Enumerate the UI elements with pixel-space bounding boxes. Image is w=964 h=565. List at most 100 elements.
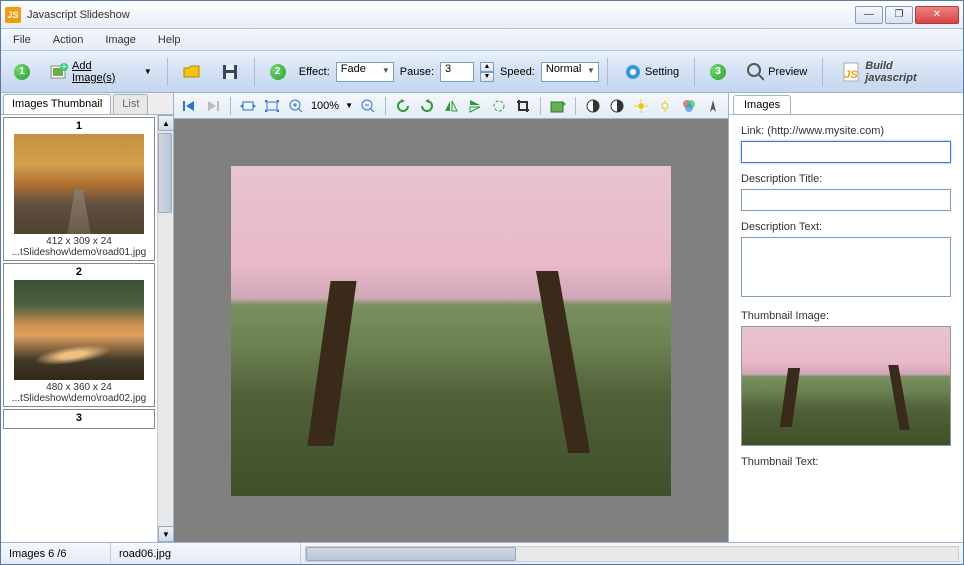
hscroll-thumb[interactable]	[306, 547, 516, 561]
statusbar: Images 6 /6 road06.jpg	[1, 542, 963, 564]
thumbnail-item[interactable]: 1 412 x 309 x 24 ...tSlideshow\demo\road…	[3, 117, 155, 261]
folder-open-icon	[183, 63, 201, 81]
open-button[interactable]	[176, 58, 208, 86]
refresh-icon[interactable]	[490, 97, 508, 115]
export-icon[interactable]	[549, 97, 567, 115]
description-title-input[interactable]	[741, 189, 951, 211]
horizontal-scrollbar[interactable]	[305, 546, 959, 562]
thumbnail-number: 3	[4, 412, 154, 424]
tab-images-thumbnail[interactable]: Images Thumbnail	[3, 94, 111, 114]
pause-input[interactable]: 3	[440, 62, 474, 82]
dropdown-arrow-icon: ▼	[144, 67, 152, 76]
zoom-in-icon[interactable]	[287, 97, 305, 115]
tab-images-properties[interactable]: Images	[733, 95, 791, 114]
left-scrollbar[interactable]: ▲ ▼	[157, 115, 173, 542]
link-label: Link: (http://www.mysite.com)	[741, 125, 951, 137]
thumbnail-preview[interactable]	[741, 326, 951, 446]
step-2-button[interactable]: 2	[263, 58, 293, 86]
maximize-button[interactable]: ❐	[885, 6, 913, 24]
scroll-down-button[interactable]: ▼	[158, 526, 173, 542]
menu-file[interactable]: File	[9, 32, 35, 48]
center-panel: 100% ▼	[174, 93, 728, 542]
menubar: File Action Image Help	[1, 29, 963, 51]
menu-image[interactable]: Image	[101, 32, 140, 48]
thumbnail-number: 1	[4, 120, 154, 132]
main-image	[231, 166, 671, 496]
scroll-up-button[interactable]: ▲	[158, 115, 173, 131]
brightness-up-icon[interactable]	[632, 97, 650, 115]
brightness-down-icon[interactable]	[656, 97, 674, 115]
flip-h-icon[interactable]	[442, 97, 460, 115]
main-area: Images Thumbnail List 1 412 x 309 x 24 .…	[1, 93, 963, 542]
main-toolbar: 1 + Add Image(s) ▼ 2 Effect: Fade Pause:…	[1, 51, 963, 93]
minimize-button[interactable]: —	[855, 6, 883, 24]
sharpen-icon[interactable]	[704, 97, 722, 115]
step-2-icon: 2	[270, 64, 286, 80]
gear-icon	[623, 63, 641, 81]
flip-v-icon[interactable]	[466, 97, 484, 115]
effect-dropdown[interactable]: Fade	[336, 62, 394, 82]
save-button[interactable]	[214, 58, 246, 86]
zoom-value[interactable]: 100%	[311, 100, 339, 112]
half-contrast-icon[interactable]	[608, 97, 626, 115]
description-text-input[interactable]	[741, 237, 951, 297]
save-icon	[221, 63, 239, 81]
thumbnail-list[interactable]: 1 412 x 309 x 24 ...tSlideshow\demo\road…	[1, 115, 157, 542]
contrast-icon[interactable]	[584, 97, 602, 115]
fit-width-icon[interactable]	[239, 97, 257, 115]
js-file-icon: JS	[841, 63, 859, 81]
fit-screen-icon[interactable]	[263, 97, 281, 115]
step-1-icon: 1	[14, 64, 30, 80]
add-images-button[interactable]: + Add Image(s) ▼	[43, 58, 159, 86]
thumbnail-image	[14, 280, 144, 380]
thumbnail-item[interactable]: 2 480 x 360 x 24 ...tSlideshow\demo\road…	[3, 263, 155, 407]
app-icon: JS	[5, 7, 21, 23]
thumbnail-dimensions: 412 x 309 x 24	[4, 236, 154, 247]
effect-label: Effect:	[299, 66, 330, 78]
thumbnail-number: 2	[4, 266, 154, 278]
menu-action[interactable]: Action	[49, 32, 88, 48]
right-tabstrip: Images	[729, 93, 963, 115]
close-button[interactable]: ✕	[915, 6, 959, 24]
zoom-dropdown-icon[interactable]: ▼	[345, 101, 353, 110]
add-images-label: Add Image(s)	[72, 60, 138, 84]
pause-label: Pause:	[400, 66, 434, 78]
window-title: Javascript Slideshow	[27, 9, 855, 21]
titlebar: JS Javascript Slideshow — ❐ ✕	[1, 1, 963, 29]
thumbnail-text-label: Thumbnail Text:	[741, 456, 951, 468]
menu-help[interactable]: Help	[154, 32, 185, 48]
color-balance-icon[interactable]	[680, 97, 698, 115]
step-1-button[interactable]: 1	[7, 58, 37, 86]
left-panel: Images Thumbnail List 1 412 x 309 x 24 .…	[1, 93, 174, 542]
step-3-icon: 3	[710, 64, 726, 80]
zoom-out-icon[interactable]	[359, 97, 377, 115]
thumbnail-path: ...tSlideshow\demo\road02.jpg	[4, 393, 154, 404]
pause-spinner[interactable]: ▲▼	[480, 62, 494, 82]
description-text-label: Description Text:	[741, 221, 951, 233]
rotate-left-icon[interactable]	[394, 97, 412, 115]
status-filename: road06.jpg	[111, 543, 301, 564]
build-button[interactable]: JS Build javascript	[831, 57, 957, 87]
build-label: Build javascript	[865, 60, 947, 84]
thumbnail-image	[14, 134, 144, 234]
first-button[interactable]	[180, 97, 198, 115]
scroll-thumb[interactable]	[158, 133, 172, 213]
thumbnail-path: ...tSlideshow\demo\road01.jpg	[4, 247, 154, 258]
canvas-area[interactable]	[174, 119, 728, 542]
step-3-button[interactable]: 3	[703, 58, 733, 86]
last-button[interactable]	[204, 97, 222, 115]
rotate-right-icon[interactable]	[418, 97, 436, 115]
add-image-icon: +	[50, 63, 68, 81]
svg-text:+: +	[61, 63, 67, 73]
preview-button[interactable]: Preview	[739, 58, 814, 86]
thumbnail-item[interactable]: 3	[3, 409, 155, 429]
magnifier-icon	[746, 63, 764, 81]
status-image-count: Images 6 /6	[1, 543, 111, 564]
tab-list[interactable]: List	[113, 94, 148, 114]
link-input[interactable]	[741, 141, 951, 163]
setting-button[interactable]: Setting	[616, 58, 686, 86]
speed-dropdown[interactable]: Normal	[541, 62, 599, 82]
thumbnail-image-label: Thumbnail Image:	[741, 310, 951, 322]
description-title-label: Description Title:	[741, 173, 951, 185]
crop-icon[interactable]	[514, 97, 532, 115]
